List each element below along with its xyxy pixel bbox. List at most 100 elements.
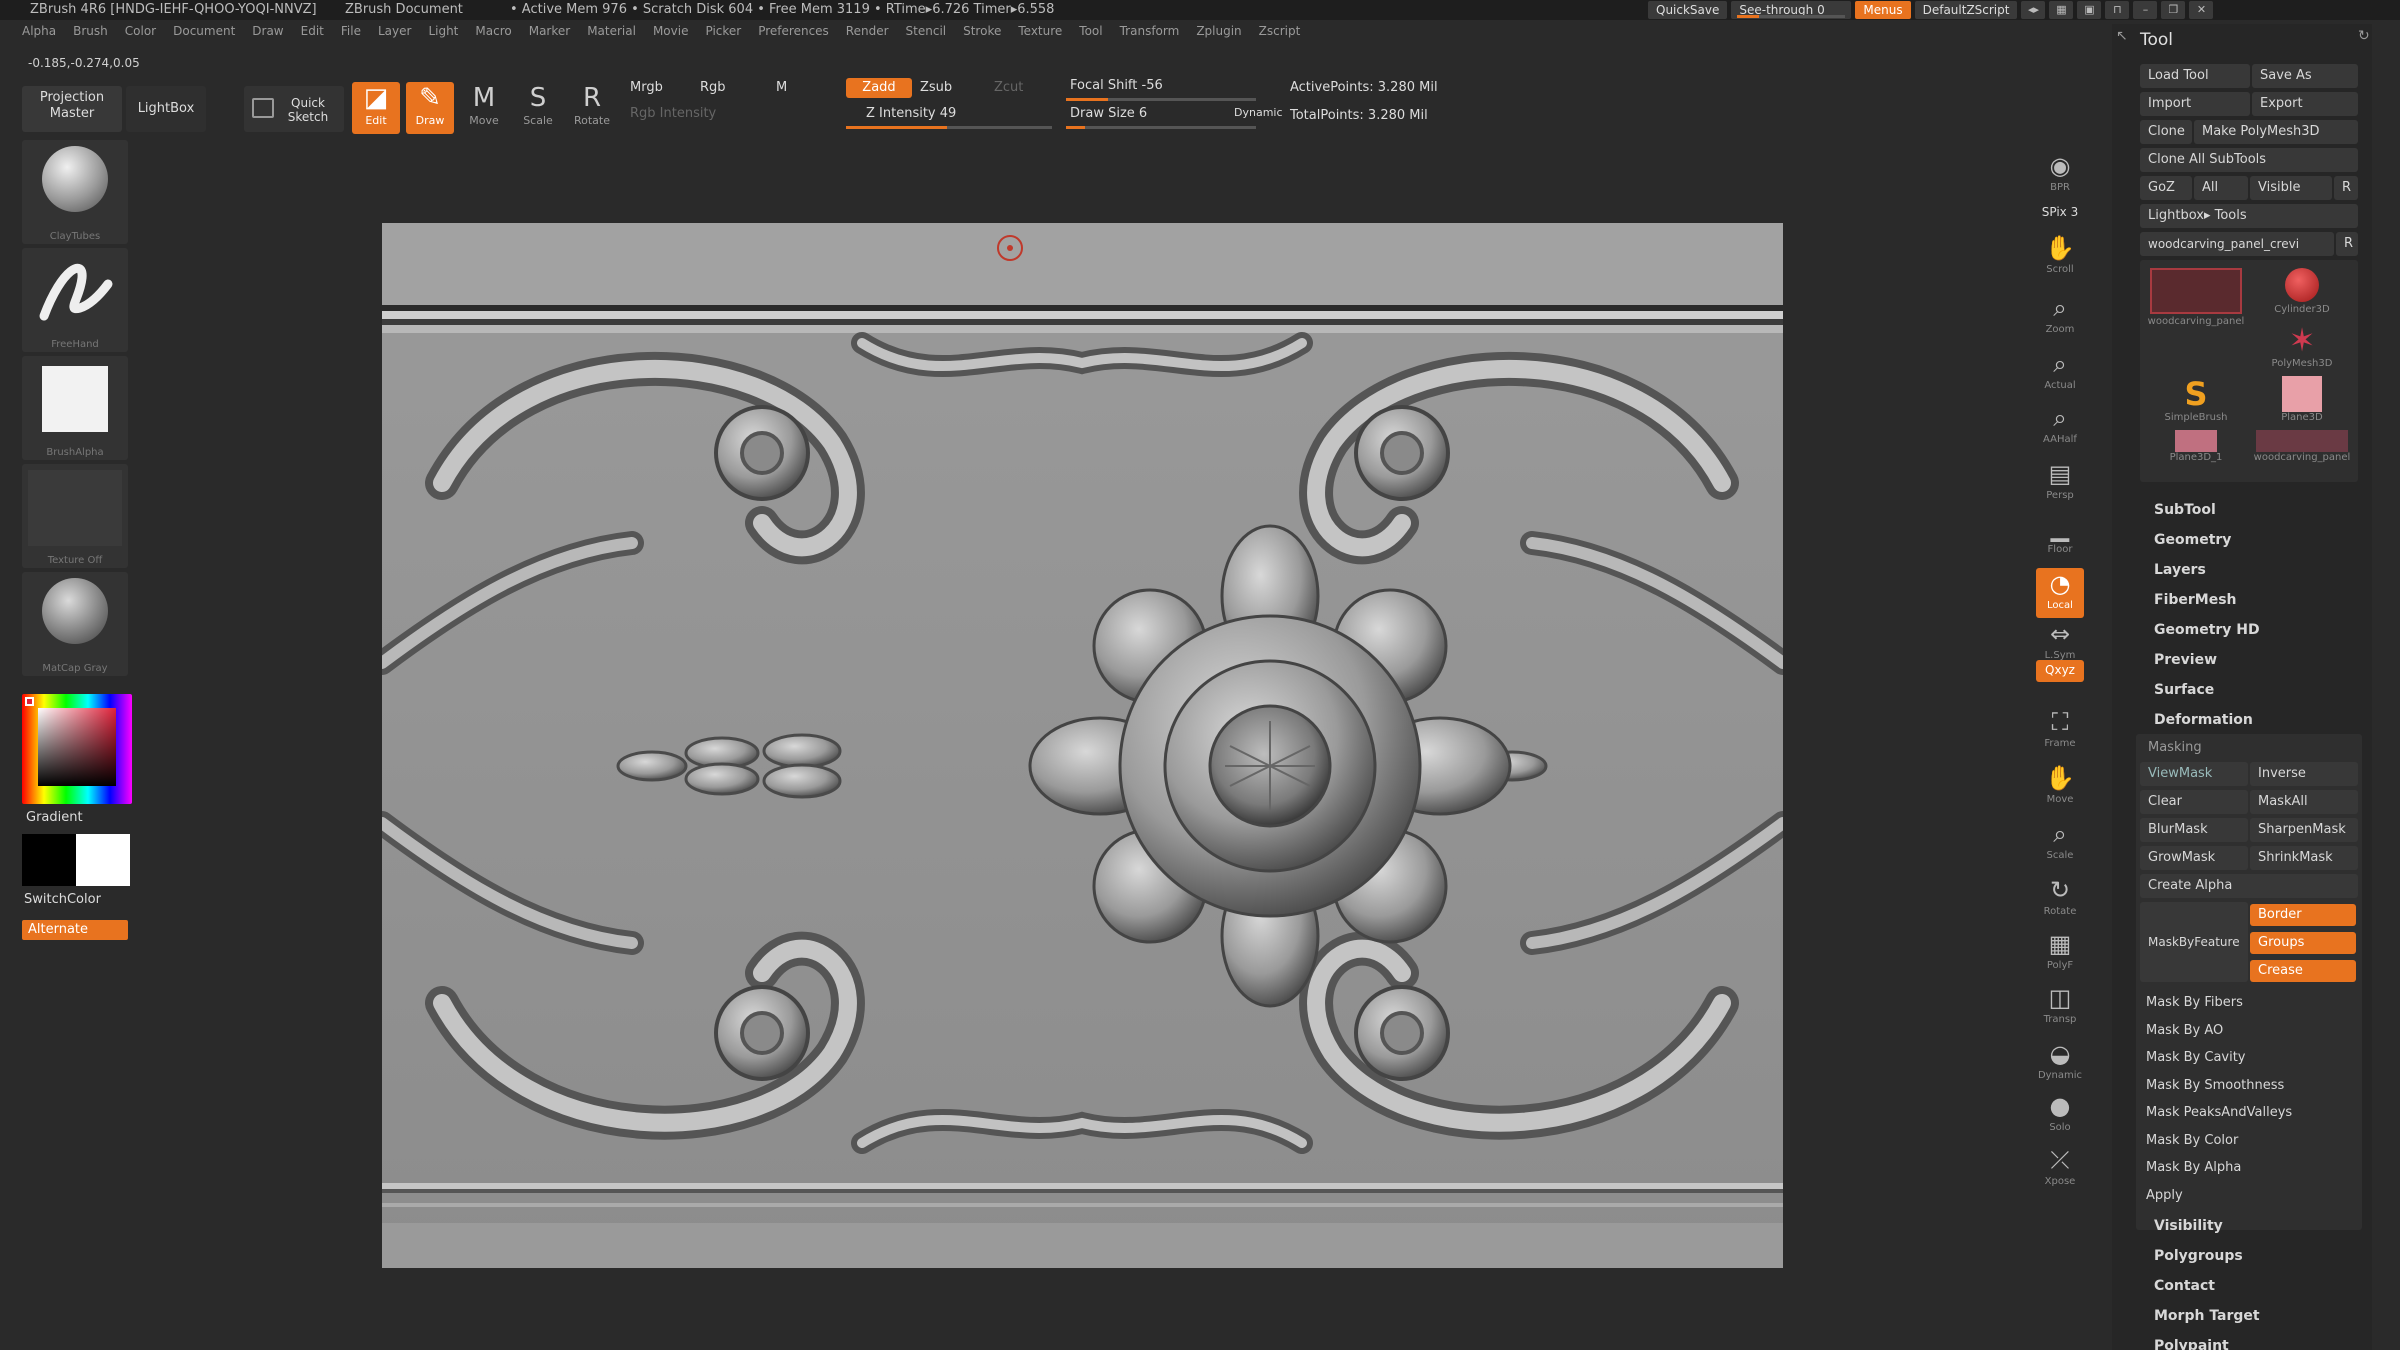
panel-collapse-icon[interactable]: ↖ (2116, 28, 2136, 48)
masking-title[interactable]: Masking (2148, 740, 2202, 755)
mask-option-mask-by-fibers[interactable]: Mask By Fibers (2136, 990, 2356, 1016)
shrinkmask-button[interactable]: ShrinkMask (2250, 846, 2358, 870)
menu-preferences[interactable]: Preferences (758, 24, 829, 38)
border-toggle[interactable]: Border (2250, 904, 2356, 926)
draw-button[interactable]: ✎ Draw (406, 82, 454, 134)
menu-transform[interactable]: Transform (1120, 24, 1180, 38)
toolbar-bpr[interactable]: ◉ BPR (2036, 150, 2084, 200)
make-polymesh-button[interactable]: Make PolyMesh3D (2194, 120, 2358, 144)
projection-master-button[interactable]: Projection Master (22, 86, 122, 132)
section-morph-target[interactable]: Morph Target (2154, 1308, 2260, 1324)
tool-thumb-cylinder[interactable]: Cylinder3D (2250, 266, 2354, 320)
save-as-button[interactable]: Save As (2252, 64, 2358, 88)
canvas-viewport[interactable] (382, 223, 1783, 1268)
clone-all-subtools-button[interactable]: Clone All SubTools (2140, 148, 2358, 172)
inverse-button[interactable]: Inverse (2250, 762, 2358, 786)
quicksave-button[interactable]: QuickSave (1648, 1, 1728, 19)
alternate-button[interactable]: Alternate (22, 920, 128, 940)
main-color-swatch[interactable] (22, 834, 78, 886)
toolbar-rotate[interactable]: ↻ Rotate (2036, 874, 2084, 924)
tool-thumb-plane3d[interactable]: Plane3D (2250, 376, 2354, 430)
zsub-button[interactable]: Zsub (920, 80, 952, 95)
brush-selector[interactable]: ClayTubes (22, 140, 128, 244)
goz-button[interactable]: GoZ (2140, 176, 2192, 200)
toolbar-scroll[interactable]: ✋ Scroll (2036, 232, 2084, 282)
quick-sketch-button[interactable]: Quick Sketch (244, 86, 344, 132)
default-script-button[interactable]: DefaultZScript (1914, 1, 2018, 19)
stroke-selector[interactable]: FreeHand (22, 248, 128, 352)
lightbox-button[interactable]: LightBox (126, 86, 206, 132)
material-selector[interactable]: MatCap Gray (22, 572, 128, 676)
goz-all-button[interactable]: All (2194, 176, 2248, 200)
menu-render[interactable]: Render (846, 24, 889, 38)
section-layers[interactable]: Layers (2154, 562, 2206, 578)
sharpenmask-button[interactable]: SharpenMask (2250, 818, 2358, 842)
toolbar-dynamic[interactable]: ◒ Dynamic (2036, 1038, 2084, 1088)
switchcolor-button[interactable]: SwitchColor (24, 892, 101, 907)
section-fibermesh[interactable]: FiberMesh (2154, 592, 2237, 608)
lock-icon[interactable]: ⊓ (2105, 1, 2130, 19)
menu-zscript[interactable]: Zscript (1259, 24, 1301, 38)
menu-draw[interactable]: Draw (252, 24, 283, 38)
menu-brush[interactable]: Brush (73, 24, 108, 38)
section-surface[interactable]: Surface (2154, 682, 2214, 698)
toolbar-aahalf[interactable]: ⌕ AAHalf (2036, 402, 2084, 452)
clear-mask-button[interactable]: Clear (2140, 790, 2248, 814)
secondary-color-swatch[interactable] (76, 834, 130, 886)
move-button[interactable]: M Move (460, 82, 508, 134)
see-through-slider[interactable]: See-through 0 (1731, 1, 1852, 19)
toolbar-persp[interactable]: ▤ Persp (2036, 458, 2084, 508)
toolbar-local[interactable]: ◔ Local (2036, 568, 2084, 618)
layout-toggle-icon[interactable]: ▦ (2049, 1, 2074, 19)
toolbar-xpose[interactable]: ⤫ Xpose (2036, 1144, 2084, 1194)
menu-tool[interactable]: Tool (1079, 24, 1102, 38)
section-polygroups[interactable]: Polygroups (2154, 1248, 2243, 1264)
toolbar-move[interactable]: ✋ Move (2036, 762, 2084, 812)
focal-shift-slider[interactable]: Focal Shift -56 (1070, 78, 1163, 93)
toolbar-spix-3[interactable]: SPix 3 (2036, 202, 2084, 222)
scale-button[interactable]: S Scale (514, 82, 562, 134)
goz-visible-button[interactable]: Visible (2250, 176, 2332, 200)
gradient-label[interactable]: Gradient (26, 810, 83, 825)
mask-option-mask-peaksandvalleys[interactable]: Mask PeaksAndValleys (2136, 1100, 2356, 1126)
viewmask-button[interactable]: ViewMask (2140, 762, 2248, 786)
section-polypaint[interactable]: Polypaint (2154, 1338, 2229, 1350)
section-subtool[interactable]: SubTool (2154, 502, 2216, 518)
section-geometry[interactable]: Geometry (2154, 532, 2231, 548)
panel-refresh-icon[interactable]: ↻ (2358, 28, 2370, 44)
color-picker[interactable] (22, 694, 132, 804)
menu-macro[interactable]: Macro (475, 24, 511, 38)
mask-option-mask-by-alpha[interactable]: Mask By Alpha (2136, 1155, 2356, 1181)
section-preview[interactable]: Preview (2154, 652, 2217, 668)
toolbar-polyf[interactable]: ▦ PolyF (2036, 928, 2084, 978)
toolbar-scale[interactable]: ⌕ Scale (2036, 818, 2084, 868)
zcut-button[interactable]: Zcut (994, 80, 1023, 95)
goz-r-button[interactable]: R (2334, 176, 2358, 200)
menu-movie[interactable]: Movie (653, 24, 689, 38)
menu-light[interactable]: Light (428, 24, 458, 38)
mask-option-mask-by-smoothness[interactable]: Mask By Smoothness (2136, 1073, 2356, 1099)
mrgb-button[interactable]: Mrgb (630, 80, 663, 95)
draw-size-track[interactable] (1066, 126, 1256, 129)
focal-shift-track[interactable] (1066, 98, 1256, 101)
menu-stroke[interactable]: Stroke (963, 24, 1001, 38)
lightbox-tools-button[interactable]: Lightbox▸ Tools (2140, 204, 2358, 228)
minimize-icon[interactable]: – (2133, 1, 2158, 19)
section-deformation[interactable]: Deformation (2154, 712, 2253, 728)
groups-toggle[interactable]: Groups (2250, 932, 2356, 954)
tool-thumb-plane3d-1[interactable]: Plane3D_1 (2144, 430, 2248, 484)
rotate-button[interactable]: R Rotate (568, 82, 616, 134)
menus-button[interactable]: Menus (1855, 1, 1911, 19)
edit-button[interactable]: ◪ Edit (352, 82, 400, 134)
m-button[interactable]: M (776, 80, 787, 95)
toolbar-actual[interactable]: ⌕ Actual (2036, 348, 2084, 398)
alpha-selector[interactable]: BrushAlpha (22, 356, 128, 460)
menu-color[interactable]: Color (125, 24, 156, 38)
toolbar-solo[interactable]: ● Solo (2036, 1090, 2084, 1140)
tool-thumb-simplebrush[interactable]: S SimpleBrush (2144, 376, 2248, 430)
maskbyfeature-button[interactable]: MaskByFeature (2140, 902, 2248, 982)
menu-layer[interactable]: Layer (378, 24, 411, 38)
current-tool-r-button[interactable]: R (2336, 232, 2358, 256)
rgb-intensity-slider[interactable]: Rgb Intensity (630, 106, 716, 121)
export-button[interactable]: Export (2252, 92, 2358, 116)
